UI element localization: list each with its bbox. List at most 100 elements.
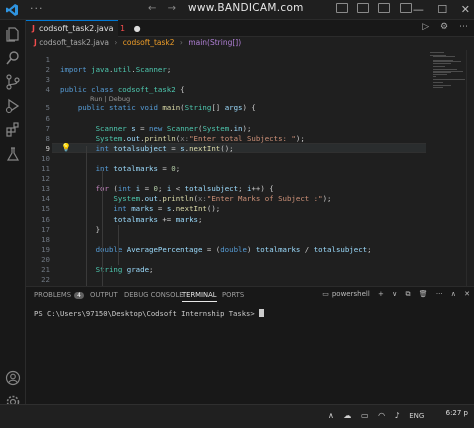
kill-terminal-icon[interactable]: 🗑 xyxy=(419,290,428,298)
tab-filename: codsoft_task2.java xyxy=(38,24,114,33)
run-file-button[interactable]: ▷ xyxy=(422,22,429,32)
tab-ports[interactable]: PORTS xyxy=(222,291,244,299)
minimap[interactable] xyxy=(430,50,466,90)
line-number: 19 xyxy=(41,244,50,254)
code-text: double AveragePercentage = (double) tota… xyxy=(95,244,372,254)
extensions-icon[interactable] xyxy=(5,122,21,138)
line-number: 6 xyxy=(45,113,50,123)
menu-overflow-icon[interactable]: ··· xyxy=(30,2,44,15)
code-line[interactable]: 3 xyxy=(26,75,426,85)
tab-codsoft-task2[interactable]: Jcodsoft_task2.java 1 ● xyxy=(26,20,141,37)
testing-icon[interactable] xyxy=(5,146,21,162)
breadcrumb: J codsoft_task2.java › codsoft_task2 › m… xyxy=(34,38,242,47)
volume-icon[interactable]: ♪ xyxy=(395,411,400,420)
search-icon[interactable] xyxy=(5,50,21,66)
tray-chevron-icon[interactable]: ∧ xyxy=(328,411,334,420)
toggle-secondary-sidebar-icon[interactable] xyxy=(378,3,391,13)
breadcrumb-class[interactable]: codsoft_task2 xyxy=(123,38,175,47)
line-number: 18 xyxy=(41,234,50,244)
close-panel-icon[interactable]: ✕ xyxy=(464,290,470,298)
terminal-shell-icon: ▭ xyxy=(322,290,329,298)
terminal-shell-label[interactable]: powershell xyxy=(332,290,370,298)
code-text: int marks = s.nextInt(); xyxy=(113,204,221,214)
breadcrumb-method[interactable]: main(String[]) xyxy=(188,38,241,47)
terminal-output[interactable]: PS C:\Users\97150\Desktop\Codsoft Intern… xyxy=(34,309,265,318)
java-file-icon: J xyxy=(32,24,35,33)
java-file-icon: J xyxy=(34,38,37,47)
toggle-sidebar-icon[interactable] xyxy=(336,3,348,13)
minimap-line xyxy=(433,62,451,64)
problems-count-badge: 4 xyxy=(74,292,84,299)
code-text: Scanner s = new Scanner(System.in); xyxy=(95,123,252,133)
terminal-prompt: PS C:\Users\97150\Desktop\Codsoft Intern… xyxy=(34,309,260,318)
code-text: totalmarks += marks; xyxy=(113,214,203,224)
network-icon[interactable]: ◠ xyxy=(378,411,385,420)
editor-scrollbar[interactable] xyxy=(466,50,474,286)
panel-more-icon[interactable]: ··· xyxy=(436,290,443,298)
line-number: 15 xyxy=(41,204,50,214)
indent-guide xyxy=(86,146,87,286)
explorer-icon[interactable] xyxy=(5,26,21,42)
editor-tab-bar: Jcodsoft_task2.java 1 ● ▷ ⚙ ⋯ xyxy=(26,20,474,37)
new-terminal-button[interactable]: + xyxy=(378,290,384,298)
accounts-icon[interactable] xyxy=(5,370,21,386)
line-number: 16 xyxy=(41,214,50,224)
line-number: 4 xyxy=(45,85,50,95)
code-line[interactable]: 4 public class codsoft_task2 { xyxy=(26,85,426,95)
code-line[interactable]: 1 xyxy=(26,55,426,65)
code-line[interactable]: 6 xyxy=(26,114,426,124)
line-number: 2 xyxy=(45,65,50,75)
breadcrumb-file[interactable]: codsoft_task2.java xyxy=(39,38,109,47)
nav-forward-button[interactable]: → xyxy=(168,3,176,14)
line-number: 8 xyxy=(45,133,50,143)
nav-back-button[interactable]: ← xyxy=(148,3,156,14)
code-text: int totalmarks = 0; xyxy=(95,164,181,173)
clock[interactable]: 6:27 p xyxy=(446,409,468,417)
minimap-line xyxy=(433,78,465,80)
minimize-button[interactable]: — xyxy=(413,3,424,16)
code-line[interactable]: 5 public static void main(String[] args)… xyxy=(26,103,426,113)
indent-guide xyxy=(102,170,103,286)
code-text: public class codsoft_task2 { xyxy=(60,85,185,95)
code-line[interactable]: 2 import java.util.Scanner; xyxy=(26,65,426,75)
split-terminal-icon[interactable]: ⧉ xyxy=(405,290,410,298)
weather-icon[interactable]: ☁ xyxy=(343,411,351,420)
editor-more-actions-button[interactable]: ⋯ xyxy=(459,22,468,32)
tab-output[interactable]: OUTPUT xyxy=(90,291,118,299)
taskbar: ∧ ☁ ▭ ◠ ♪ ENG 6:27 p xyxy=(0,404,474,428)
line-number: 12 xyxy=(41,174,50,184)
activity-bar xyxy=(0,20,26,420)
tab-problem-count: 1 xyxy=(120,24,126,33)
maximize-button[interactable]: ☐ xyxy=(437,3,447,16)
code-text: public static void main(String[] args) { xyxy=(77,103,256,113)
toggle-panel-icon[interactable] xyxy=(357,3,370,13)
unsaved-dot-icon[interactable]: ● xyxy=(134,24,141,33)
line-number: 5 xyxy=(45,103,50,113)
editor-settings-button[interactable]: ⚙ xyxy=(440,22,448,32)
close-window-button[interactable]: ✕ xyxy=(461,3,470,16)
terminal-dropdown-icon[interactable]: ∨ xyxy=(392,290,397,298)
line-number: 10 xyxy=(41,153,50,163)
code-text: } xyxy=(60,224,101,234)
source-control-icon[interactable] xyxy=(5,74,21,90)
code-editor[interactable]: 1 2 import java.util.Scanner; 3 4 public clas… xyxy=(26,50,426,286)
line-number: 3 xyxy=(45,75,50,85)
line-number: 13 xyxy=(41,184,50,194)
terminal-cursor xyxy=(259,309,265,317)
line-number: 9 xyxy=(45,143,50,153)
battery-icon[interactable]: ▭ xyxy=(361,411,369,420)
line-number: 11 xyxy=(41,164,50,173)
tab-debug-console[interactable]: DEBUG CONSOLE xyxy=(124,291,184,299)
line-number: 17 xyxy=(41,224,50,234)
minimap-line xyxy=(433,56,455,58)
maximize-panel-icon[interactable]: ∧ xyxy=(451,290,456,298)
code-text: System.out.println(x:"Enter Marks of Sub… xyxy=(113,194,332,204)
tab-problems[interactable]: PROBLEMS 4 xyxy=(34,291,84,299)
minimap-line xyxy=(430,51,444,53)
tab-terminal[interactable]: TERMINAL xyxy=(182,291,217,302)
keyboard-language[interactable]: ENG xyxy=(409,412,424,420)
bottom-panel: PROBLEMS 4 OUTPUT DEBUG CONSOLE TERMINAL … xyxy=(26,286,474,404)
code-text: System.out.println(x:"Enter total Subjec… xyxy=(95,133,305,143)
run-debug-icon[interactable] xyxy=(5,98,21,114)
code-line[interactable]: 7 Scanner s = new Scanner(System.in); xyxy=(26,124,426,134)
